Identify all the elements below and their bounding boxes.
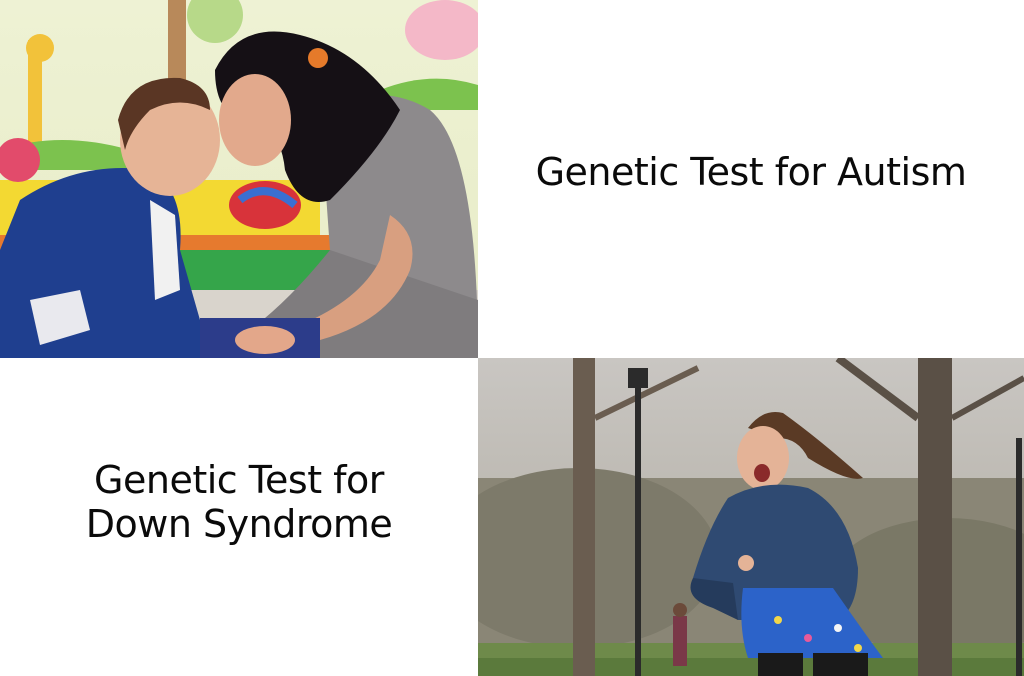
down-syndrome-caption-panel: Genetic Test for Down Syndrome: [0, 358, 478, 676]
girl-running-photo: [478, 358, 1024, 676]
autism-caption-panel: Genetic Test for Autism: [478, 0, 1024, 358]
autism-test-title: Genetic Test for Autism: [535, 150, 967, 194]
mother-and-boy-photo: [0, 0, 478, 358]
down-syndrome-test-title: Genetic Test for Down Syndrome: [85, 458, 393, 546]
collage-grid: Genetic Test for Autism Genetic Test for…: [0, 0, 1024, 676]
